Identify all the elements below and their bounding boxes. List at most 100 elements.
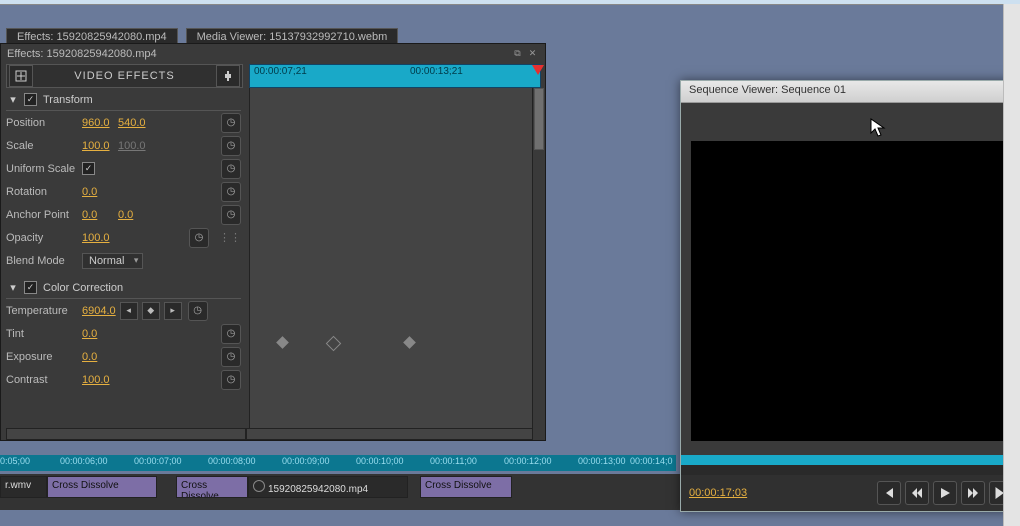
row-temperature: Temperature 6904.0 ◂ ◆ ▸ ◷ [6,299,241,322]
ruler-tick: 00:00:08;00 [208,456,256,466]
position-label: Position [6,117,78,129]
temperature-stopwatch-icon[interactable]: ◷ [188,301,208,321]
section-transform[interactable]: ▾ ✓ Transform [6,90,241,111]
anchor-stopwatch-icon[interactable]: ◷ [221,205,241,225]
clip-item[interactable]: 15920825942080.mp4 [248,476,408,498]
contrast-value[interactable]: 100.0 [82,374,114,386]
panel-h-scrollbar[interactable] [6,428,533,440]
scale-x[interactable]: 100.0 [82,140,114,152]
position-stopwatch-icon[interactable]: ◷ [221,113,241,133]
go-to-start-button[interactable] [877,481,901,505]
anchor-y[interactable]: 0.0 [118,209,150,221]
opacity-value[interactable]: 100.0 [82,232,114,244]
timeline-clips-track[interactable]: r.wmv Cross Dissolve Cross Dissolve 1592… [0,474,680,510]
clip-cross-dissolve[interactable]: Cross Dissolve [420,476,512,498]
keyframe-diamond-icon[interactable] [326,336,342,352]
color-enable-checkbox[interactable]: ✓ [24,281,37,294]
temperature-value[interactable]: 6904.0 [82,305,116,317]
exposure-label: Exposure [6,351,78,363]
rotation-value[interactable]: 0.0 [82,186,114,198]
contrast-label: Contrast [6,374,78,386]
scale-y: 100.0 [118,140,150,152]
clip-cross-dissolve[interactable]: Cross Dissolve [176,476,248,498]
ruler-tc-1: 00:00:07;21 [254,66,307,77]
keyframe-diamond-icon[interactable] [403,336,416,349]
row-blend: Blend Mode Normal [6,249,241,272]
video-effects-title: VIDEO EFFECTS [35,70,214,82]
anchor-label: Anchor Point [6,209,78,221]
exposure-stopwatch-icon[interactable]: ◷ [221,347,241,367]
sequence-viewer-controls: 00:00:17;03 [681,475,1020,511]
temp-prev-keyframe-button[interactable]: ◂ [120,302,138,320]
scrollbar-thumb[interactable] [534,88,544,150]
scale-stopwatch-icon[interactable]: ◷ [221,136,241,156]
panel-close-icon[interactable]: ✕ [526,47,539,60]
row-uniform-scale: Uniform Scale ✓ ◷ [6,157,241,180]
clip-label: 15920825942080.mp4 [268,484,368,495]
rotation-label: Rotation [6,186,78,198]
temp-next-keyframe-button[interactable]: ▸ [164,302,182,320]
rotation-stopwatch-icon[interactable]: ◷ [221,182,241,202]
ruler-tc-2: 00:00:13;21 [410,66,463,77]
scale-label: Scale [6,140,78,152]
section-color-correction[interactable]: ▾ ✓ Color Correction [6,278,241,299]
tint-value[interactable]: 0.0 [82,328,114,340]
uniform-scale-checkbox[interactable]: ✓ [82,162,95,175]
uniform-scale-label: Uniform Scale [6,163,78,175]
h-scroll-right[interactable] [246,428,533,440]
keyframe-ruler[interactable]: 00:00:07;21 00:00:13;21 [249,64,541,88]
toggle-keyframes-icon[interactable] [216,65,240,87]
video-effects-header: VIDEO EFFECTS [6,64,243,88]
ruler-tick: 00:00:09;00 [282,456,330,466]
anchor-x[interactable]: 0.0 [82,209,114,221]
row-position: Position 960.0 540.0 ◷ [6,111,241,134]
row-anchor: Anchor Point 0.0 0.0 ◷ [6,203,241,226]
exposure-value[interactable]: 0.0 [82,351,114,363]
row-rotation: Rotation 0.0 ◷ [6,180,241,203]
opacity-stopwatch-icon[interactable]: ◷ [189,228,209,248]
keyframe-diamond-icon[interactable] [276,336,289,349]
tint-label: Tint [6,328,78,340]
timeline-ruler[interactable]: 0:05;00 00:00:06;00 00:00:07;00 00:00:08… [0,455,676,471]
temperature-label: Temperature [6,305,78,317]
panel-v-scrollbar[interactable] [532,88,545,428]
effects-panel: Effects: 15920825942080.mp4 ⧉ ✕ VIDEO EF… [0,43,546,441]
h-scroll-left[interactable] [6,428,246,440]
position-x[interactable]: 960.0 [82,117,114,129]
sequence-viewer-titlebar[interactable]: Sequence Viewer: Sequence 01 [681,81,1020,103]
ruler-tick: 00:00:07;00 [134,456,182,466]
params-list: ▾ ✓ Transform Position 960.0 540.0 ◷ Sca… [6,90,241,428]
transform-enable-checkbox[interactable]: ✓ [24,93,37,106]
sequence-timecode[interactable]: 00:00:17;03 [689,487,747,499]
uniform-stopwatch-icon[interactable]: ◷ [221,159,241,179]
panel-popout-icon[interactable]: ⧉ [511,47,524,60]
opacity-grip-icon[interactable]: ⋮⋮ [219,231,241,244]
temp-add-keyframe-button[interactable]: ◆ [142,302,160,320]
blend-mode-select[interactable]: Normal [82,253,143,269]
sequence-viewer-window[interactable]: Sequence Viewer: Sequence 01 00:00:17;03 [680,80,1020,512]
ruler-tick: 00:00:10;00 [356,456,404,466]
ruler-tick: 00:00:12;00 [504,456,552,466]
app-v-scrollbar[interactable] [1003,4,1020,526]
ruler-tick: 00:00:06;00 [60,456,108,466]
clip-item[interactable]: r.wmv [0,476,47,498]
step-forward-button[interactable] [961,481,985,505]
panel-window-controls: ⧉ ✕ [511,47,539,60]
add-effect-icon[interactable] [9,65,33,87]
sequence-viewer-h-scrollbar[interactable] [681,465,1020,475]
row-exposure: Exposure 0.0 ◷ [6,345,241,368]
contrast-stopwatch-icon[interactable]: ◷ [221,370,241,390]
tint-stopwatch-icon[interactable]: ◷ [221,324,241,344]
ruler-tick: 00:00:11;00 [430,456,477,466]
clip-cross-dissolve[interactable]: Cross Dissolve [47,476,157,498]
chevron-down-icon: ▾ [8,93,18,106]
ruler-tick: 00:00:14;0 [630,456,673,466]
app-titlebar-strip [0,0,1020,5]
keyframe-track-area[interactable] [249,88,532,428]
step-back-button[interactable] [905,481,929,505]
sequence-viewer-video [691,141,1020,441]
clip-fx-indicator-icon [253,480,265,492]
row-scale: Scale 100.0 100.0 ◷ [6,134,241,157]
play-button[interactable] [933,481,957,505]
position-y[interactable]: 540.0 [118,117,150,129]
